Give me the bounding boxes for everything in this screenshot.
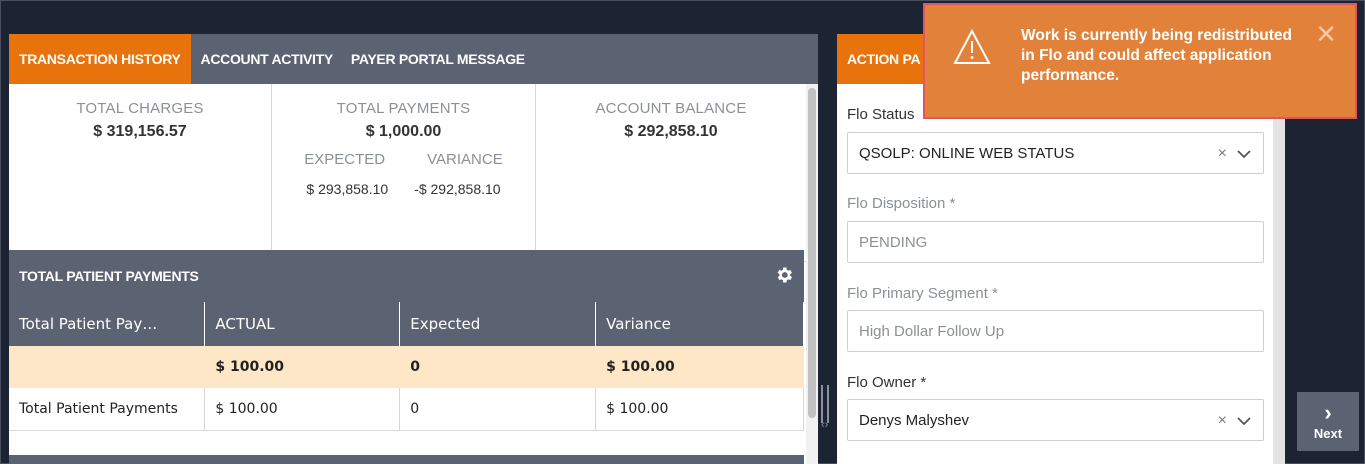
column-header[interactable]: Expected bbox=[399, 302, 597, 346]
table-cell: 0 bbox=[399, 346, 597, 388]
flo-owner-select[interactable]: Denys Malyshev × bbox=[847, 399, 1264, 441]
totals-summary: TOTAL CHARGES $ 319,156.57 TOTAL PAYMENT… bbox=[9, 84, 806, 262]
patient-payments-header: TOTAL PATIENT PAYMENTS bbox=[9, 250, 804, 302]
clear-icon[interactable]: × bbox=[1218, 145, 1227, 163]
warning-triangle-icon bbox=[953, 29, 991, 64]
account-balance-label: ACCOUNT BALANCE bbox=[595, 100, 747, 117]
expected-value: $ 293,858.10 bbox=[306, 181, 389, 197]
table-cell: Total Patient Payments bbox=[9, 388, 206, 431]
table-row[interactable]: $ 100.00 0 $ 100.00 bbox=[9, 346, 804, 388]
chevron-down-icon[interactable] bbox=[1237, 147, 1251, 161]
column-header[interactable]: Variance bbox=[595, 302, 804, 346]
flo-owner-label: Flo Owner * bbox=[847, 374, 927, 391]
action-panel-scrollbar[interactable] bbox=[1273, 84, 1285, 464]
clear-icon[interactable]: × bbox=[1218, 412, 1227, 430]
tab-payer-portal-message[interactable]: PAYER PORTAL MESSAGE bbox=[341, 34, 533, 84]
patient-payments-title: TOTAL PATIENT PAYMENTS bbox=[19, 268, 199, 284]
tab-transaction-history[interactable]: TRANSACTION HISTORY bbox=[9, 34, 191, 84]
tab-account-activity[interactable]: ACCOUNT ACTIVITY bbox=[191, 34, 341, 84]
splitter-bar bbox=[821, 385, 823, 423]
total-payments-block: TOTAL PAYMENTS $ 1,000.00 EXPECTED VARIA… bbox=[271, 84, 535, 261]
flo-primary-segment-label: Flo Primary Segment * bbox=[847, 285, 998, 302]
table-cell: $ 100.00 bbox=[204, 388, 401, 431]
action-panel-body: Flo Status QSOLP: ONLINE WEB STATUS × Fl… bbox=[837, 84, 1277, 464]
table-cell bbox=[9, 346, 206, 388]
close-icon[interactable]: ✕ bbox=[1315, 19, 1337, 50]
column-header[interactable]: Total Patient Pay… bbox=[9, 302, 206, 346]
flo-status-value: QSOLP: ONLINE WEB STATUS bbox=[859, 144, 1075, 162]
flo-disposition-field[interactable]: PENDING bbox=[847, 221, 1264, 263]
variance-label: VARIANCE bbox=[427, 151, 503, 168]
flo-status-select[interactable]: QSOLP: ONLINE WEB STATUS × bbox=[847, 132, 1264, 174]
left-scrollbar-thumb[interactable] bbox=[808, 88, 816, 418]
total-charges-block: TOTAL CHARGES $ 319,156.57 bbox=[9, 84, 271, 261]
left-scrollbar[interactable] bbox=[806, 84, 818, 464]
account-balance-value: $ 292,858.10 bbox=[624, 123, 718, 140]
table-header-row: Total Patient Pay… ACTUAL Expected Varia… bbox=[9, 302, 804, 346]
total-charges-value: $ 319,156.57 bbox=[93, 123, 187, 140]
panel-splitter-handle[interactable]: ‹› bbox=[819, 385, 835, 464]
patient-payments-table: Total Patient Pay… ACTUAL Expected Varia… bbox=[9, 302, 804, 431]
next-table-header-strip bbox=[9, 455, 804, 464]
splitter-bar bbox=[827, 385, 829, 423]
action-panel-title: ACTION PA bbox=[847, 51, 921, 67]
tab-bar: TRANSACTION HISTORY ACCOUNT ACTIVITY PAY… bbox=[9, 34, 818, 84]
expected-label: EXPECTED bbox=[304, 151, 386, 168]
flo-disposition-value: PENDING bbox=[859, 233, 928, 251]
table-cell: $ 100.00 bbox=[595, 388, 804, 431]
toast-message: Work is currently being redistributed in… bbox=[1021, 27, 1293, 84]
gear-icon[interactable] bbox=[774, 265, 794, 285]
table-row[interactable]: Total Patient Payments $ 100.00 0 $ 100.… bbox=[9, 388, 804, 431]
resize-arrows-icon: ‹› bbox=[821, 419, 829, 431]
total-charges-label: TOTAL CHARGES bbox=[76, 100, 204, 117]
flo-status-label: Flo Status bbox=[847, 106, 915, 123]
account-balance-block: ACCOUNT BALANCE $ 292,858.10 bbox=[535, 84, 806, 261]
flo-owner-value: Denys Malyshev bbox=[859, 411, 970, 429]
transaction-panel: TRANSACTION HISTORY ACCOUNT ACTIVITY PAY… bbox=[9, 34, 818, 464]
next-button[interactable]: › Next bbox=[1297, 392, 1359, 451]
column-header[interactable]: ACTUAL bbox=[204, 302, 401, 346]
table-cell: $ 100.00 bbox=[204, 346, 401, 388]
chevron-down-icon[interactable] bbox=[1237, 414, 1251, 428]
warning-toast: Work is currently being redistributed in… bbox=[923, 3, 1357, 119]
total-payments-value: $ 1,000.00 bbox=[365, 123, 442, 140]
variance-value: -$ 292,858.10 bbox=[414, 181, 501, 197]
flo-disposition-label: Flo Disposition * bbox=[847, 195, 956, 212]
flo-primary-segment-value: High Dollar Follow Up bbox=[859, 322, 1005, 340]
total-payments-label: TOTAL PAYMENTS bbox=[336, 100, 471, 117]
chevron-right-icon: › bbox=[1324, 400, 1332, 425]
next-button-label: Next bbox=[1313, 426, 1343, 441]
table-cell: $ 100.00 bbox=[595, 346, 804, 388]
table-cell: 0 bbox=[399, 388, 597, 431]
flo-primary-segment-field[interactable]: High Dollar Follow Up bbox=[847, 310, 1264, 352]
